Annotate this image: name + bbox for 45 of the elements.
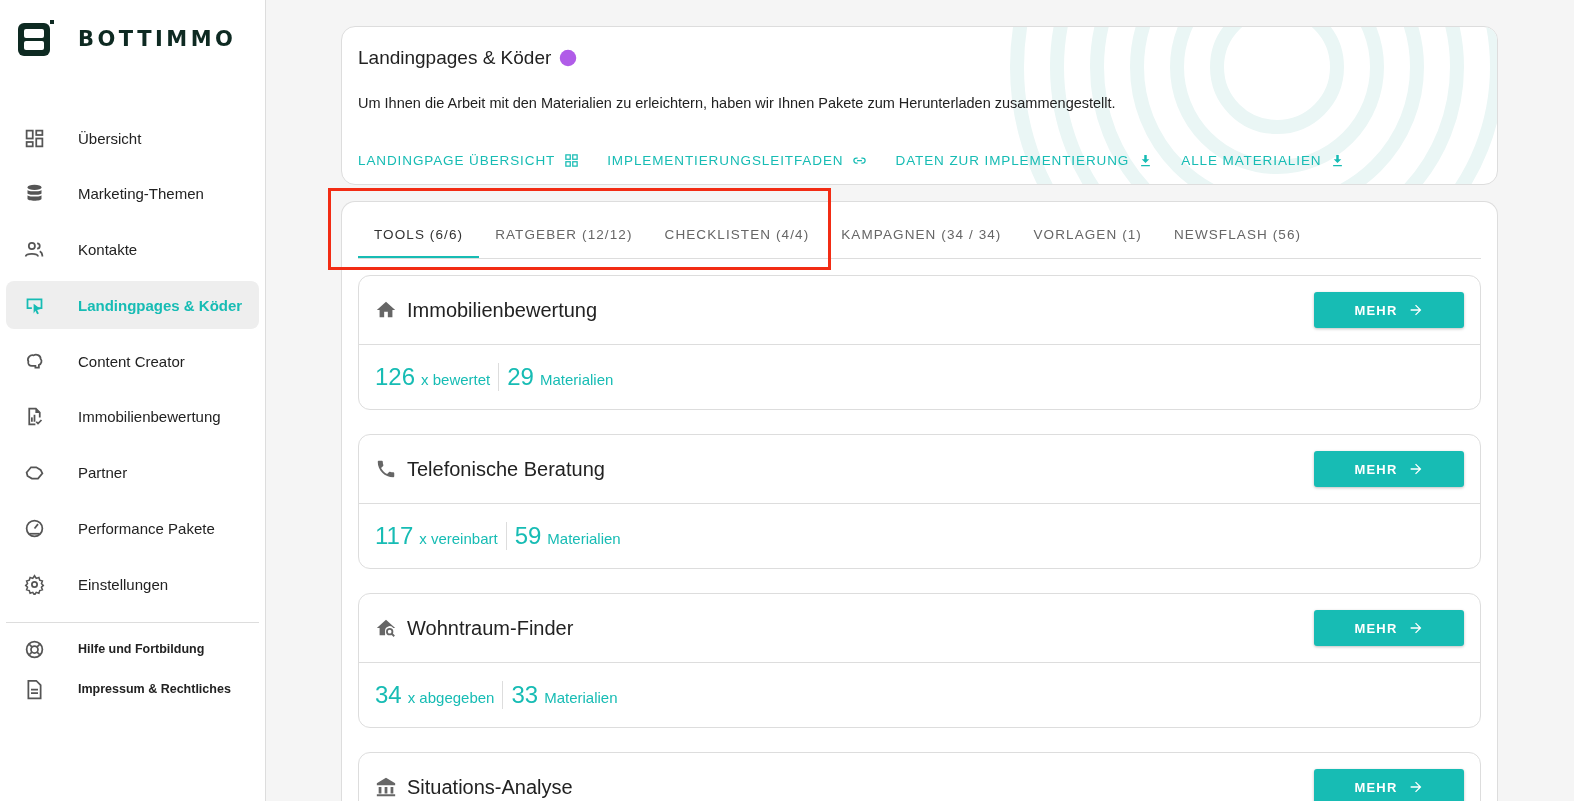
tab[interactable]: VORLAGEN (1) <box>1017 212 1158 258</box>
sidebar-item[interactable]: Übersicht <box>6 114 259 162</box>
grid-icon <box>564 153 580 168</box>
page-title: Landingpages & Köder <box>358 47 552 69</box>
usage-count-label: x abgegeben <box>407 689 495 706</box>
sidebar-item[interactable]: Partner <box>6 448 259 497</box>
page-description: Um Ihnen die Arbeit mit den Materialien zu erleichtern, haben wir Ihnen Pakete zum Herunterladen zusammengestellt. <box>358 95 1117 111</box>
materials-count-label: Materialien <box>547 530 621 547</box>
tool-title: Telefonische Beratung <box>407 457 606 481</box>
lifebuoy-icon <box>24 638 45 660</box>
tool-title: Situations-Analyse <box>407 775 574 799</box>
usage-count-label: x bewertet <box>421 371 491 388</box>
tool-title: Wohntraum-Finder <box>407 616 575 640</box>
settings-icon <box>24 573 45 595</box>
sidebar-item[interactable]: Kontakte <box>6 225 259 274</box>
tab[interactable]: KAMPAGNEN (34 / 34) <box>825 212 1018 258</box>
usage-count-number: 117 <box>375 522 414 550</box>
phone-icon <box>375 458 397 480</box>
materials-count-number: 29 <box>507 363 534 391</box>
sidebar-link[interactable]: Hilfe und Fortbildung <box>0 629 265 670</box>
materials-count-number: 59 <box>514 522 542 550</box>
usage-count-label: x vereinbart <box>419 530 498 547</box>
materials-count-label: Materialien <box>539 371 614 388</box>
bank-icon <box>375 776 397 798</box>
tab[interactable]: NEWSFLASH (56) <box>1157 212 1318 258</box>
sidebar-item[interactable]: Performance Pakete <box>6 504 259 553</box>
sidebar-item[interactable]: Immobilienbewertung <box>6 393 259 441</box>
sidebar-item[interactable]: Einstellungen <box>6 560 259 609</box>
materials-count-label: Materialien <box>544 689 618 706</box>
house-search-icon <box>375 617 397 639</box>
sidebar-item[interactable]: Marketing-Themen <box>6 169 259 218</box>
logo-icon <box>16 20 54 58</box>
logo-text: BOTTIMMO <box>78 27 237 51</box>
dashboard-icon <box>24 127 45 149</box>
tab[interactable]: RATGEBER (12/12) <box>479 212 649 258</box>
sidebar-item[interactable]: Content Creator <box>6 337 259 386</box>
tab[interactable]: CHECKLISTEN (4/4) <box>648 212 826 258</box>
tool-title: Immobilienbewertung <box>407 298 599 322</box>
tab[interactable]: TOOLS (6/6) <box>358 212 480 258</box>
materials-count-number: 33 <box>511 681 539 709</box>
help-icon[interactable] <box>559 49 578 67</box>
gauge-icon <box>24 518 45 540</box>
usage-count-number: 126 <box>375 363 416 391</box>
sidebar-link[interactable]: Impressum & Rechtliches <box>0 669 265 710</box>
usage-count-number: 34 <box>375 681 402 709</box>
